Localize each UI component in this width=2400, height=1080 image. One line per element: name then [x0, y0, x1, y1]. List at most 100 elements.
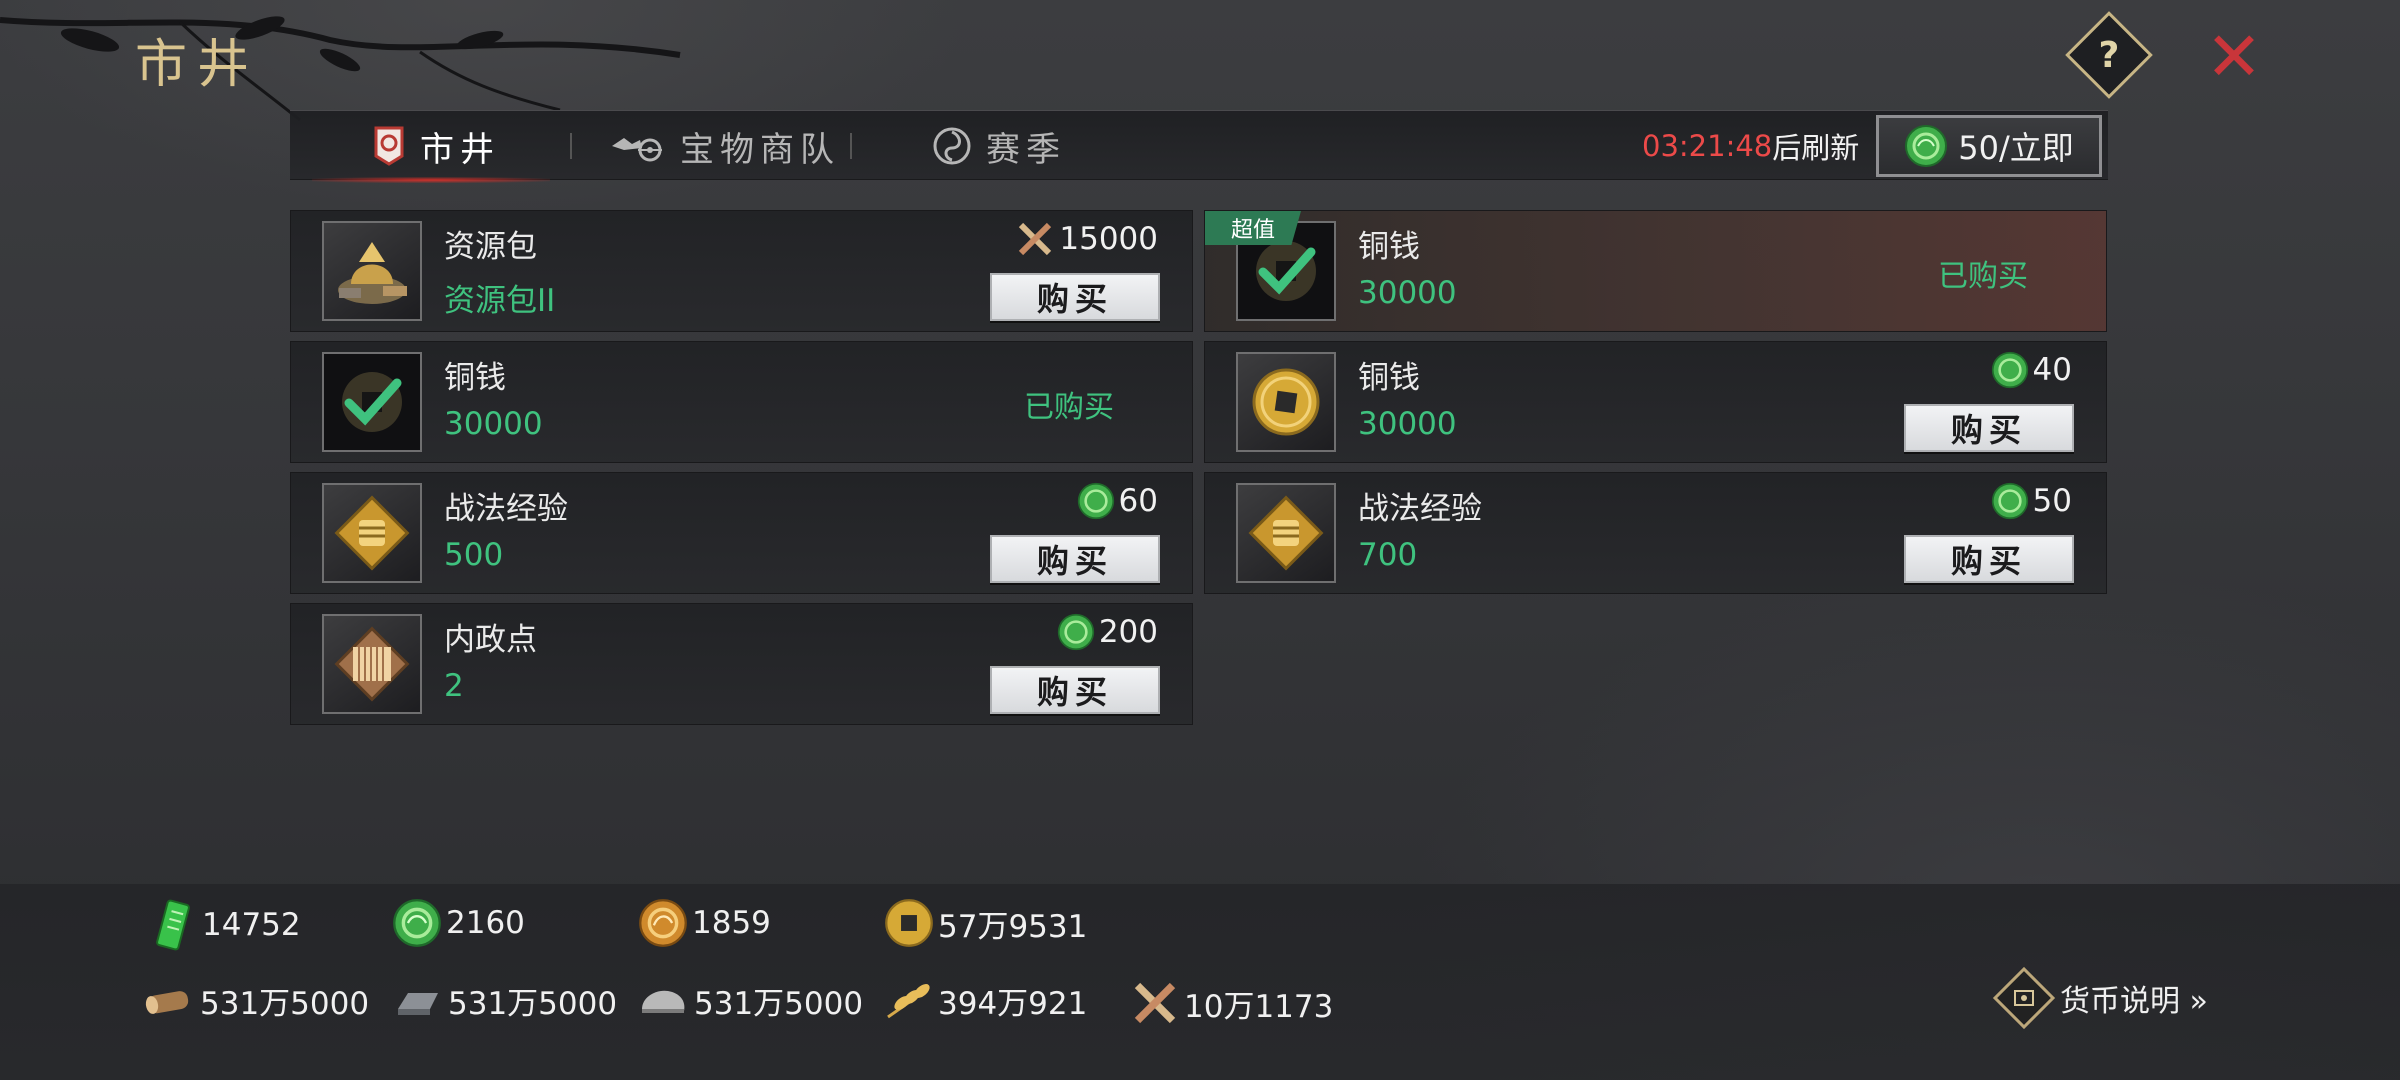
currency-swords: 10万1173	[1130, 978, 1333, 1028]
purchased-label: 已购买	[1024, 390, 1114, 425]
bamboo-scroll-icon	[322, 614, 422, 714]
buy-button[interactable]: 购买	[1904, 404, 2074, 452]
copper-coin-icon	[1236, 352, 1336, 452]
gold-dragon-coin-icon	[639, 899, 687, 947]
item-name: 资源包	[444, 229, 537, 265]
shop-item: 铜钱 30000 已购买	[290, 341, 1193, 463]
item-amount: 资源包II	[444, 283, 556, 319]
currency-value: 531万5000	[448, 986, 618, 1022]
buy-button[interactable]: 购买	[1904, 535, 2074, 583]
currency-value: 10万1173	[1184, 988, 1334, 1025]
item-price: 40	[1991, 350, 2072, 390]
season-swirl-icon	[932, 126, 972, 166]
copper-coin-checked-icon	[322, 352, 422, 452]
buy-button[interactable]: 购买	[990, 535, 1160, 583]
shop-item: 内政点 2 200 购买	[290, 603, 1193, 725]
currency-wood: 531万5000	[142, 978, 369, 1023]
shop-item: 资源包 资源包II 15000 购买	[290, 210, 1193, 332]
shop-item: 战法经验 700 50 购买	[1204, 472, 2107, 594]
currency-value: 394万921	[938, 986, 1088, 1022]
currency-copper: 57万9531	[884, 898, 1087, 948]
instant-refresh-label: 50/立即	[1958, 129, 2074, 167]
currency-value: 1859	[692, 905, 771, 941]
jade-coin-icon	[1077, 482, 1114, 520]
refresh-suffix: 后刷新	[1772, 131, 1860, 165]
tab-label: 市井	[420, 129, 500, 170]
item-name: 内政点	[444, 622, 537, 658]
jade-coin-icon	[393, 899, 441, 947]
currency-help-label: 货币说明 »	[2060, 984, 2208, 1019]
page-title: 市井	[135, 35, 260, 95]
value-badge: 超值	[1205, 211, 1301, 245]
stone-icon	[642, 990, 685, 1013]
buy-button[interactable]: 购买	[990, 273, 1160, 321]
item-price: 200	[1057, 612, 1158, 652]
info-diamond-icon	[1992, 966, 2056, 1030]
crossed-swords-icon	[1019, 222, 1052, 256]
item-amount: 30000	[1358, 275, 1457, 311]
jade-coin-icon	[1991, 482, 2028, 520]
item-price: 15000	[1015, 219, 1158, 259]
currency-jade-tablet: 14752	[148, 898, 301, 952]
fist-emblem-icon	[1236, 483, 1336, 583]
tab-market[interactable]: 市井	[312, 111, 550, 183]
grain-icon	[887, 983, 930, 1018]
price-value: 200	[1098, 614, 1158, 650]
item-name: 战法经验	[444, 491, 568, 527]
iron-ingot-icon	[398, 992, 438, 1015]
caravan-icon	[610, 128, 666, 164]
item-name: 铜钱	[1358, 360, 1420, 396]
currency-value: 531万5000	[694, 986, 864, 1022]
currency-jade: 2160	[392, 898, 525, 948]
wood-log-icon	[145, 990, 189, 1014]
item-amount: 30000	[1358, 406, 1457, 442]
tab-label: 宝物商队	[680, 129, 840, 170]
tab-caravan[interactable]: 宝物商队	[610, 111, 840, 181]
item-price: 60	[1077, 481, 1158, 521]
tab-season[interactable]: 赛季	[932, 111, 1066, 181]
jade-coin-icon	[1057, 613, 1094, 651]
tab-label: 赛季	[986, 129, 1066, 170]
close-button[interactable]: ✕	[2204, 24, 2264, 92]
jade-tablet-icon	[156, 899, 190, 951]
jade-coin-icon	[1905, 125, 1948, 167]
item-amount: 700	[1358, 537, 1418, 573]
refresh-countdown: 03:21:48 后刷新	[1642, 123, 1859, 169]
price-value: 40	[2032, 352, 2072, 388]
help-button[interactable]: ?	[2065, 11, 2153, 99]
currency-value: 531万5000	[200, 986, 370, 1022]
item-name: 铜钱	[1358, 229, 1420, 265]
item-amount: 2	[444, 668, 464, 704]
currency-value: 2160	[446, 905, 525, 941]
price-value: 50	[2032, 483, 2072, 519]
market-seal-icon	[372, 126, 406, 166]
question-icon: ?	[2098, 34, 2120, 76]
fist-emblem-icon	[322, 483, 422, 583]
price-value: 60	[1118, 483, 1158, 519]
copper-coin-icon	[885, 899, 933, 947]
jade-coin-icon	[1991, 351, 2028, 389]
item-name: 战法经验	[1358, 491, 1482, 527]
refresh-timer: 03:21:48	[1642, 129, 1773, 163]
purchased-label: 已购买	[1938, 259, 2028, 294]
currency-grain: 394万921	[884, 978, 1087, 1023]
buy-button[interactable]: 购买	[990, 666, 1160, 714]
instant-refresh-button[interactable]: 50/立即	[1876, 115, 2102, 177]
tab-divider	[570, 133, 572, 159]
shop-item: 铜钱 30000 40 购买	[1204, 341, 2107, 463]
crossed-swords-icon	[1134, 982, 1176, 1024]
currency-gold-dragon: 1859	[638, 898, 771, 948]
currency-help-link[interactable]: 货币说明 »	[1992, 966, 2208, 1030]
shop-item: 超值 铜钱 30000 已购买	[1204, 210, 2107, 332]
tab-divider	[850, 133, 852, 159]
tab-bar: 市井 宝物商队 赛季 03:21:48 后刷新 50/立即	[290, 110, 2108, 183]
currency-value: 57万9531	[938, 908, 1088, 945]
item-name: 铜钱	[444, 360, 506, 396]
item-amount: 30000	[444, 406, 543, 442]
resource-pack-icon	[322, 221, 422, 321]
price-value: 15000	[1059, 221, 1158, 257]
currency-iron: 531万5000	[390, 978, 617, 1023]
currency-stone: 531万5000	[636, 978, 863, 1023]
currency-value: 14752	[202, 907, 301, 943]
item-price: 50	[1991, 481, 2072, 521]
